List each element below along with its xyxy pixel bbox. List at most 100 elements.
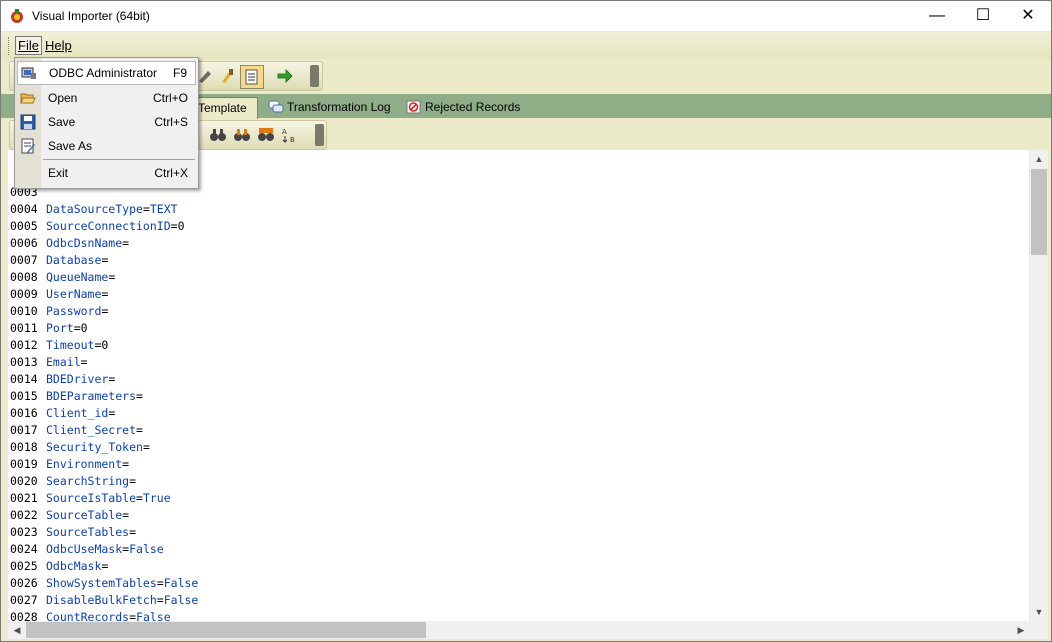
editor-line[interactable]: 0008 QueueName= xyxy=(8,269,115,286)
scroll-left-icon[interactable]: ◀ xyxy=(8,621,26,639)
menu-file[interactable]: File xyxy=(15,36,42,55)
equals-sign: = xyxy=(101,559,109,573)
app-logo-icon xyxy=(11,9,23,23)
menu-item-exit[interactable]: Exit Ctrl+X xyxy=(15,162,198,184)
editor-line[interactable]: 0018 Security_Token= xyxy=(8,439,150,456)
setting-key: SourceTables xyxy=(46,525,130,539)
editor-line[interactable]: 0020 SearchString= xyxy=(8,473,136,490)
line-number: 0019 xyxy=(10,457,38,471)
tab-transformation-log-label: Transformation Log xyxy=(287,100,391,114)
setting-key: ShowSystemTables xyxy=(46,576,157,590)
vertical-scroll-thumb[interactable] xyxy=(1031,169,1047,255)
equals-sign: = xyxy=(122,508,130,522)
scroll-right-icon[interactable]: ▶ xyxy=(1012,621,1030,639)
editor-line[interactable]: 0016 Client_id= xyxy=(8,405,115,422)
editor-line[interactable]: 0004 DataSourceType=TEXT xyxy=(8,201,178,218)
setting-key: QueueName xyxy=(46,270,109,284)
setting-key: Email xyxy=(46,355,81,369)
editor-line[interactable]: 0017 Client_Secret= xyxy=(8,422,143,439)
editor-line[interactable]: 0006 OdbcDsnName= xyxy=(8,235,129,252)
equals-sign: = xyxy=(122,236,130,250)
editor-line[interactable]: 0015 BDEParameters= xyxy=(8,388,143,405)
editor-line[interactable]: 0023 SourceTables= xyxy=(8,524,136,541)
editor-line[interactable]: 0019 Environment= xyxy=(8,456,129,473)
vertical-scrollbar[interactable]: ▲ ▼ xyxy=(1030,150,1048,621)
editor-line[interactable]: 0025 OdbcMask= xyxy=(8,558,108,575)
floppy-disk-icon xyxy=(20,114,36,130)
setting-key: DataSourceType xyxy=(46,202,143,216)
scroll-down-icon[interactable]: ▼ xyxy=(1030,603,1048,621)
tab-rejected-records[interactable]: Rejected Records xyxy=(406,97,520,118)
menubar-grip[interactable] xyxy=(8,37,12,55)
editor-line[interactable]: 0011 Port=0 xyxy=(8,320,88,337)
run-arrow-icon[interactable] xyxy=(276,67,294,85)
setting-value: 0 xyxy=(177,219,185,233)
maximize-button[interactable]: ☐ xyxy=(960,1,1006,31)
editor-line[interactable]: 0028 CountRecords=False xyxy=(8,609,171,621)
line-number: 0027 xyxy=(10,593,38,607)
editor-line[interactable]: 0024 OdbcUseMask=False xyxy=(8,541,164,558)
equals-sign: = xyxy=(156,593,164,607)
replace-icon[interactable] xyxy=(257,126,275,144)
editor-line[interactable]: 0021 SourceIsTable=True xyxy=(8,490,171,507)
setting-value: TEXT xyxy=(149,202,178,216)
menu-help[interactable]: Help xyxy=(43,37,74,54)
setting-key: Environment xyxy=(46,457,123,471)
setting-key: OdbcMask xyxy=(46,559,102,573)
setting-key: SourceIsTable xyxy=(46,491,137,505)
find-icon[interactable] xyxy=(209,126,227,144)
editor-line[interactable]: 0026 ShowSystemTables=False xyxy=(8,575,198,592)
editor-line[interactable]: 0009 UserName= xyxy=(8,286,108,303)
line-number: 0004 xyxy=(10,202,38,216)
svg-text:A: A xyxy=(282,128,287,136)
brush-icon[interactable] xyxy=(218,67,236,85)
setting-key: Port xyxy=(46,321,74,335)
menu-item-save[interactable]: Save Ctrl+S xyxy=(15,111,198,133)
template-view-toggle[interactable] xyxy=(240,65,264,89)
equals-sign: = xyxy=(129,610,137,621)
equals-sign: = xyxy=(136,389,143,403)
tab-template[interactable]: Template xyxy=(189,97,258,119)
menu-item-exit-shortcut: Ctrl+X xyxy=(154,166,188,180)
equals-sign: = xyxy=(142,202,150,216)
find-next-icon[interactable] xyxy=(233,126,251,144)
editor-line[interactable]: 0005 SourceConnectionID=0 xyxy=(8,218,185,235)
tab-transformation-log[interactable]: Transformation Log xyxy=(268,97,391,118)
editor-toolbar-overflow-button[interactable] xyxy=(315,124,324,146)
sort-icon[interactable]: A B xyxy=(281,126,299,144)
equals-sign: = xyxy=(80,355,88,369)
editor-line[interactable]: 0013 Email= xyxy=(8,354,88,371)
setting-key: UserName xyxy=(46,287,102,301)
horizontal-scrollbar[interactable]: ◀ ▶ xyxy=(8,621,1030,639)
title-bar: Visual Importer (64bit) — ☐ ✕ xyxy=(1,1,1051,31)
editor-line[interactable]: 0014 BDEDriver= xyxy=(8,371,115,388)
line-number: 0015 xyxy=(10,389,38,403)
setting-key: Timeout xyxy=(46,338,95,352)
editor-line[interactable]: 0007 Database= xyxy=(8,252,108,269)
editor-line[interactable]: 0010 Password= xyxy=(8,303,108,320)
close-button[interactable]: ✕ xyxy=(1005,1,1051,31)
setting-key: Security_Token xyxy=(46,440,143,454)
scroll-up-icon[interactable]: ▲ xyxy=(1030,150,1048,168)
line-number: 0028 xyxy=(10,610,38,621)
template-editor[interactable]: 0003 0004 DataSourceType=TEXT 0005 SourceCon… xyxy=(8,150,1029,621)
menu-item-odbc-administrator[interactable]: ODBC Administrator F9 xyxy=(17,61,196,85)
minimize-button[interactable]: — xyxy=(914,1,960,31)
horizontal-scroll-thumb[interactable] xyxy=(26,622,426,638)
menu-item-open[interactable]: Open Ctrl+O xyxy=(15,87,198,109)
editor-line[interactable]: 0022 SourceTable= xyxy=(8,507,129,524)
editor-line[interactable]: 0012 Timeout=0 xyxy=(8,337,108,354)
line-number: 0012 xyxy=(10,338,38,352)
toolbar-overflow-button[interactable] xyxy=(310,65,319,87)
setting-key: DisableBulkFetch xyxy=(46,593,157,607)
setting-key: Client_Secret xyxy=(46,423,137,437)
equals-sign: = xyxy=(170,219,178,233)
editor-line[interactable]: 0027 DisableBulkFetch=False xyxy=(8,592,198,609)
menu-item-save-as[interactable]: Save As xyxy=(15,135,198,157)
equals-sign: = xyxy=(108,270,116,284)
line-number: 0011 xyxy=(10,321,38,335)
line-number: 0020 xyxy=(10,474,38,488)
line-number: 0009 xyxy=(10,287,38,301)
menu-item-open-label: Open xyxy=(48,91,78,105)
setting-key: BDEParameters xyxy=(46,389,137,403)
